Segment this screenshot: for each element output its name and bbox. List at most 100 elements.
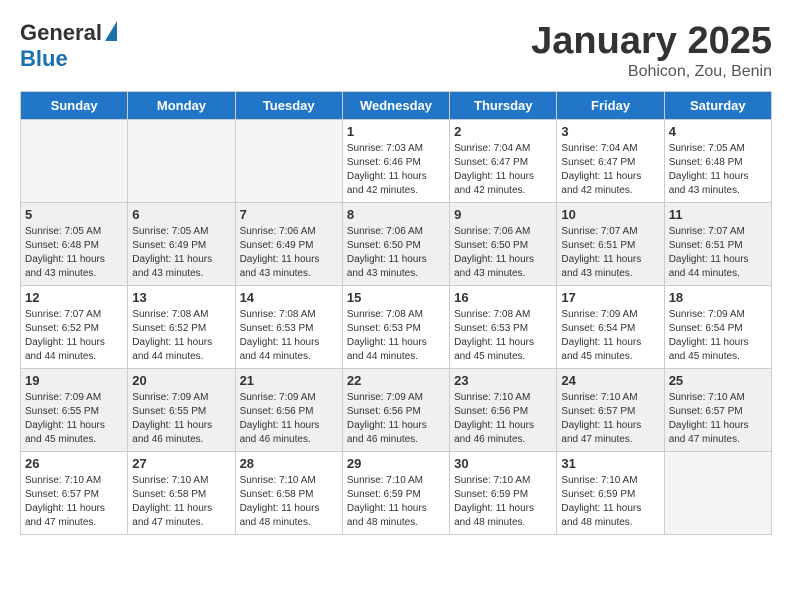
- weekday-header-monday: Monday: [128, 92, 235, 120]
- page-header: General Blue January 2025 Bohicon, Zou, …: [20, 20, 772, 81]
- day-info: Sunrise: 7:10 AM Sunset: 6:58 PM Dayligh…: [132, 474, 230, 530]
- calendar-cell: 27 Sunrise: 7:10 AM Sunset: 6:58 PM Dayli…: [128, 452, 235, 535]
- day-number: 18: [669, 290, 767, 305]
- day-info: Sunrise: 7:10 AM Sunset: 6:58 PM Dayligh…: [240, 474, 338, 530]
- calendar-cell: 10 Sunrise: 7:07 AM Sunset: 6:51 PM Dayli…: [557, 203, 664, 286]
- calendar-table: SundayMondayTuesdayWednesdayThursdayFrid…: [20, 91, 772, 535]
- calendar-cell: 8Sunrise: 7:06 AM Sunset: 6:50 PM Daylig…: [342, 203, 449, 286]
- day-info: Sunrise: 7:10 AM Sunset: 6:59 PM Dayligh…: [561, 474, 659, 530]
- calendar-cell: 1 Sunrise: 7:03 AM Sunset: 6:46 PM Daylig…: [342, 120, 449, 203]
- calendar-cell: 16Sunrise: 7:08 AM Sunset: 6:53 PM Dayli…: [450, 286, 557, 369]
- calendar-cell: 29 Sunrise: 7:10 AM Sunset: 6:59 PM Dayli…: [342, 452, 449, 535]
- day-number: 13: [132, 290, 230, 305]
- title-block: January 2025 Bohicon, Zou, Benin: [531, 20, 772, 81]
- day-number: 31: [561, 456, 659, 471]
- calendar-cell: 19 Sunrise: 7:09 AM Sunset: 6:55 PM Dayli…: [21, 369, 128, 452]
- day-number: 15: [347, 290, 445, 305]
- logo-blue-text: Blue: [20, 46, 68, 72]
- calendar-cell: 22Sunrise: 7:09 AM Sunset: 6:56 PM Dayli…: [342, 369, 449, 452]
- day-number: 10: [561, 207, 659, 222]
- weekday-header-tuesday: Tuesday: [235, 92, 342, 120]
- calendar-cell: 21 Sunrise: 7:09 AM Sunset: 6:56 PM Dayli…: [235, 369, 342, 452]
- day-info: Sunrise: 7:09 AM Sunset: 6:54 PM Dayligh…: [669, 308, 767, 364]
- day-info: Sunrise: 7:07 AM Sunset: 6:52 PM Dayligh…: [25, 308, 123, 364]
- calendar-cell: 2 Sunrise: 7:04 AM Sunset: 6:47 PM Daylig…: [450, 120, 557, 203]
- logo-triangle-icon: [105, 21, 117, 41]
- day-info: Sunrise: 7:08 AM Sunset: 6:52 PM Dayligh…: [132, 308, 230, 364]
- day-number: 2: [454, 124, 552, 139]
- calendar-cell: 24Sunrise: 7:10 AM Sunset: 6:57 PM Dayli…: [557, 369, 664, 452]
- day-info: Sunrise: 7:10 AM Sunset: 6:59 PM Dayligh…: [454, 474, 552, 530]
- day-info: Sunrise: 7:06 AM Sunset: 6:50 PM Dayligh…: [454, 225, 552, 281]
- calendar-cell: [664, 452, 771, 535]
- day-info: Sunrise: 7:10 AM Sunset: 6:57 PM Dayligh…: [561, 391, 659, 447]
- calendar-cell: 20 Sunrise: 7:09 AM Sunset: 6:55 PM Dayli…: [128, 369, 235, 452]
- day-info: Sunrise: 7:05 AM Sunset: 6:48 PM Dayligh…: [669, 142, 767, 198]
- day-number: 19: [25, 373, 123, 388]
- day-info: Sunrise: 7:06 AM Sunset: 6:50 PM Dayligh…: [347, 225, 445, 281]
- day-number: 1: [347, 124, 445, 139]
- day-info: Sunrise: 7:09 AM Sunset: 6:54 PM Dayligh…: [561, 308, 659, 364]
- day-number: 12: [25, 290, 123, 305]
- calendar-cell: 18 Sunrise: 7:09 AM Sunset: 6:54 PM Dayli…: [664, 286, 771, 369]
- logo: General Blue: [20, 20, 117, 72]
- day-number: 20: [132, 373, 230, 388]
- weekday-header-friday: Friday: [557, 92, 664, 120]
- calendar-cell: 30 Sunrise: 7:10 AM Sunset: 6:59 PM Dayli…: [450, 452, 557, 535]
- day-number: 4: [669, 124, 767, 139]
- day-info: Sunrise: 7:07 AM Sunset: 6:51 PM Dayligh…: [561, 225, 659, 281]
- day-number: 5: [25, 207, 123, 222]
- week-row-4: 19 Sunrise: 7:09 AM Sunset: 6:55 PM Dayli…: [21, 369, 772, 452]
- day-info: Sunrise: 7:09 AM Sunset: 6:56 PM Dayligh…: [240, 391, 338, 447]
- day-number: 27: [132, 456, 230, 471]
- calendar-cell: 26Sunrise: 7:10 AM Sunset: 6:57 PM Dayli…: [21, 452, 128, 535]
- day-info: Sunrise: 7:04 AM Sunset: 6:47 PM Dayligh…: [561, 142, 659, 198]
- calendar-cell: 28Sunrise: 7:10 AM Sunset: 6:58 PM Dayli…: [235, 452, 342, 535]
- day-number: 25: [669, 373, 767, 388]
- week-row-3: 12 Sunrise: 7:07 AM Sunset: 6:52 PM Dayli…: [21, 286, 772, 369]
- week-row-5: 26Sunrise: 7:10 AM Sunset: 6:57 PM Dayli…: [21, 452, 772, 535]
- calendar-cell: 13 Sunrise: 7:08 AM Sunset: 6:52 PM Dayli…: [128, 286, 235, 369]
- day-info: Sunrise: 7:07 AM Sunset: 6:51 PM Dayligh…: [669, 225, 767, 281]
- day-number: 29: [347, 456, 445, 471]
- day-info: Sunrise: 7:08 AM Sunset: 6:53 PM Dayligh…: [240, 308, 338, 364]
- calendar-cell: 7 Sunrise: 7:06 AM Sunset: 6:49 PM Daylig…: [235, 203, 342, 286]
- calendar-cell: 4 Sunrise: 7:05 AM Sunset: 6:48 PM Daylig…: [664, 120, 771, 203]
- weekday-header-saturday: Saturday: [664, 92, 771, 120]
- calendar-cell: [21, 120, 128, 203]
- week-row-1: 1 Sunrise: 7:03 AM Sunset: 6:46 PM Daylig…: [21, 120, 772, 203]
- month-title: January 2025: [531, 20, 772, 63]
- logo-general-text: General: [20, 20, 102, 46]
- day-info: Sunrise: 7:03 AM Sunset: 6:46 PM Dayligh…: [347, 142, 445, 198]
- weekday-header-wednesday: Wednesday: [342, 92, 449, 120]
- day-number: 21: [240, 373, 338, 388]
- day-number: 3: [561, 124, 659, 139]
- day-info: Sunrise: 7:05 AM Sunset: 6:48 PM Dayligh…: [25, 225, 123, 281]
- calendar-cell: 31 Sunrise: 7:10 AM Sunset: 6:59 PM Dayli…: [557, 452, 664, 535]
- calendar-cell: 3 Sunrise: 7:04 AM Sunset: 6:47 PM Daylig…: [557, 120, 664, 203]
- calendar-cell: [128, 120, 235, 203]
- day-number: 30: [454, 456, 552, 471]
- day-info: Sunrise: 7:09 AM Sunset: 6:55 PM Dayligh…: [25, 391, 123, 447]
- day-number: 6: [132, 207, 230, 222]
- weekday-header-sunday: Sunday: [21, 92, 128, 120]
- day-number: 7: [240, 207, 338, 222]
- calendar-cell: 25 Sunrise: 7:10 AM Sunset: 6:57 PM Dayli…: [664, 369, 771, 452]
- calendar-cell: 14 Sunrise: 7:08 AM Sunset: 6:53 PM Dayli…: [235, 286, 342, 369]
- calendar-cell: 23Sunrise: 7:10 AM Sunset: 6:56 PM Dayli…: [450, 369, 557, 452]
- day-info: Sunrise: 7:10 AM Sunset: 6:59 PM Dayligh…: [347, 474, 445, 530]
- day-number: 11: [669, 207, 767, 222]
- day-info: Sunrise: 7:10 AM Sunset: 6:57 PM Dayligh…: [669, 391, 767, 447]
- day-info: Sunrise: 7:06 AM Sunset: 6:49 PM Dayligh…: [240, 225, 338, 281]
- day-info: Sunrise: 7:09 AM Sunset: 6:56 PM Dayligh…: [347, 391, 445, 447]
- day-info: Sunrise: 7:04 AM Sunset: 6:47 PM Dayligh…: [454, 142, 552, 198]
- calendar-cell: 5 Sunrise: 7:05 AM Sunset: 6:48 PM Daylig…: [21, 203, 128, 286]
- calendar-cell: 15Sunrise: 7:08 AM Sunset: 6:53 PM Dayli…: [342, 286, 449, 369]
- location-subtitle: Bohicon, Zou, Benin: [531, 63, 772, 81]
- day-number: 14: [240, 290, 338, 305]
- calendar-cell: 9 Sunrise: 7:06 AM Sunset: 6:50 PM Daylig…: [450, 203, 557, 286]
- day-number: 9: [454, 207, 552, 222]
- calendar-cell: 12 Sunrise: 7:07 AM Sunset: 6:52 PM Dayli…: [21, 286, 128, 369]
- calendar-cell: 11 Sunrise: 7:07 AM Sunset: 6:51 PM Dayli…: [664, 203, 771, 286]
- day-info: Sunrise: 7:09 AM Sunset: 6:55 PM Dayligh…: [132, 391, 230, 447]
